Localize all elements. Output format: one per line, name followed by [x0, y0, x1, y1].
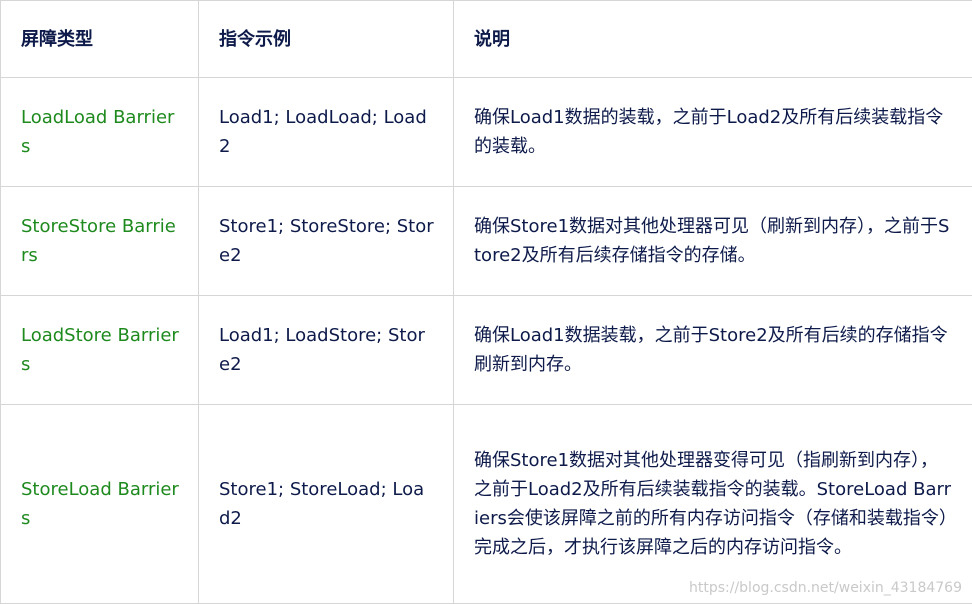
table-row: StoreLoad Barriers Store1; StoreLoad; Lo…	[0, 404, 972, 604]
header-barrier-type: 屏障类型	[0, 0, 199, 78]
description-cell: 确保Load1数据装载，之前于Store2及所有后续的存储指令刷新到内存。	[453, 295, 972, 405]
barrier-type-cell: LoadStore Barriers	[0, 295, 199, 405]
instruction-example-cell: Load1; LoadLoad; Load2	[198, 77, 454, 187]
page: 屏障类型 指令示例 说明 LoadLoad Barriers Load1; Lo…	[0, 0, 972, 604]
table-row: LoadLoad Barriers Load1; LoadLoad; Load2…	[0, 77, 972, 187]
description-cell: 确保Store1数据对其他处理器变得可见（指刷新到内存），之前于Load2及所有…	[453, 404, 972, 604]
barrier-type-cell: StoreStore Barriers	[0, 186, 199, 296]
instruction-example-cell: Store1; StoreLoad; Load2	[198, 404, 454, 604]
table-header-row: 屏障类型 指令示例 说明	[0, 0, 972, 78]
memory-barrier-table: 屏障类型 指令示例 说明 LoadLoad Barriers Load1; Lo…	[0, 0, 972, 604]
description-cell: 确保Store1数据对其他处理器可见（刷新到内存），之前于Store2及所有后续…	[453, 186, 972, 296]
table-row: StoreStore Barriers Store1; StoreStore; …	[0, 186, 972, 296]
instruction-example-cell: Store1; StoreStore; Store2	[198, 186, 454, 296]
header-instruction-example: 指令示例	[198, 0, 454, 78]
header-description: 说明	[453, 0, 972, 78]
watermark-url: https://blog.csdn.net/weixin_43184769	[688, 580, 962, 596]
description-cell: 确保Load1数据的装载，之前于Load2及所有后续装载指令的装载。	[453, 77, 972, 187]
instruction-example-cell: Load1; LoadStore; Store2	[198, 295, 454, 405]
barrier-type-cell: LoadLoad Barriers	[0, 77, 199, 187]
table-row: LoadStore Barriers Load1; LoadStore; Sto…	[0, 295, 972, 405]
barrier-type-cell: StoreLoad Barriers	[0, 404, 199, 604]
